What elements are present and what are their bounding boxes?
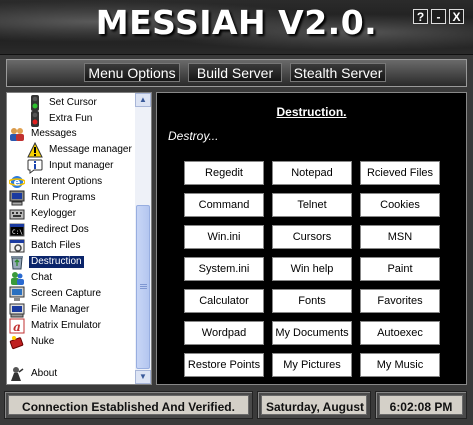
scroll-up-button[interactable]: ▲ <box>135 93 151 107</box>
tree-list: Set Cursor Extra Fun Messages Message ma… <box>7 93 135 384</box>
destroy-label: Destroy... <box>168 129 219 143</box>
destroy-winhelp-button[interactable]: Win help <box>272 257 352 281</box>
recycle-bin-icon <box>9 254 25 270</box>
matrix-icon: a <box>9 318 25 334</box>
navigation-tree: Set Cursor Extra Fun Messages Message ma… <box>6 92 152 385</box>
destroy-notepad-button[interactable]: Notepad <box>272 161 352 185</box>
close-button[interactable]: X <box>449 9 464 24</box>
monitor-icon <box>9 286 25 302</box>
destroy-paint-button[interactable]: Paint <box>360 257 440 281</box>
people-icon <box>9 126 25 142</box>
destroy-fonts-button[interactable]: Fonts <box>272 289 352 313</box>
svg-text:C:\: C:\ <box>12 229 23 236</box>
chat-icon <box>9 270 25 286</box>
tab-stealth-server[interactable]: Stealth Server <box>290 63 386 82</box>
date-status: Saturday, August 01, 2009 <box>257 391 371 419</box>
warning-icon <box>27 141 43 158</box>
destroy-command-button[interactable]: Command <box>184 193 264 217</box>
ie-icon: e <box>8 174 26 190</box>
destroy-cursors-button[interactable]: Cursors <box>272 225 352 249</box>
destroy-my-music-button[interactable]: My Music <box>360 353 440 377</box>
destroy-my-pictures-button[interactable]: My Pictures <box>272 353 352 377</box>
date-status-text: Saturday, August 01, 2009 <box>266 400 366 414</box>
svg-text:e: e <box>14 178 21 189</box>
help-button[interactable]: ? <box>413 9 428 24</box>
destroy-my-documents-button[interactable]: My Documents <box>272 321 352 345</box>
destroy-winini-button[interactable]: Win.ini <box>184 225 264 249</box>
info-icon <box>27 158 43 174</box>
title-banner: MESSIAH V2.0. ? - X <box>0 0 473 55</box>
destroy-received-files-button[interactable]: Rcieved Files <box>360 161 440 185</box>
scrollbar-thumb[interactable] <box>136 205 150 369</box>
computer-icon <box>9 190 25 206</box>
connection-status-text: Connection Established And Verified. <box>22 400 235 414</box>
dos-icon: C:\ <box>9 222 25 238</box>
file-manager-icon <box>9 302 25 318</box>
destroy-autoexec-button[interactable]: Autoexec <box>360 321 440 345</box>
traffic-light-icon <box>27 111 43 127</box>
scroll-down-button[interactable]: ▼ <box>135 370 151 384</box>
destroy-telnet-button[interactable]: Telnet <box>272 193 352 217</box>
destroy-msn-button[interactable]: MSN <box>360 225 440 249</box>
destroy-cookies-button[interactable]: Cookies <box>360 193 440 217</box>
about-icon <box>9 366 25 382</box>
svg-text:a: a <box>13 320 21 334</box>
thumb-grip <box>140 284 147 290</box>
time-status-inner: 6:02:08 PM <box>379 395 463 415</box>
menu-bar: Menu Options Build Server Stealth Server <box>6 59 467 87</box>
batch-icon <box>9 238 25 254</box>
nuke-icon <box>9 334 25 350</box>
app-title: MESSIAH V2.0. <box>95 3 378 42</box>
tree-scrollbar[interactable]: ▲ ▼ <box>135 93 151 384</box>
date-status-inner: Saturday, August 01, 2009 <box>261 395 367 415</box>
time-status-text: 6:02:08 PM <box>389 400 453 414</box>
connection-status: Connection Established And Verified. <box>4 391 253 419</box>
section-title: Destruction. <box>276 105 347 119</box>
connection-status-inner: Connection Established And Verified. <box>8 395 249 415</box>
destroy-calculator-button[interactable]: Calculator <box>184 289 264 313</box>
destroy-favorites-button[interactable]: Favorites <box>360 289 440 313</box>
traffic-light-icon <box>27 95 43 111</box>
keyboard-icon <box>9 206 25 222</box>
destroy-systemini-button[interactable]: System.ini <box>184 257 264 281</box>
destruction-panel: Destruction. Destroy... Regedit Notepad … <box>156 92 467 385</box>
tab-menu-options[interactable]: Menu Options <box>84 63 180 82</box>
destroy-wordpad-button[interactable]: Wordpad <box>184 321 264 345</box>
tab-build-server[interactable]: Build Server <box>188 63 282 82</box>
destroy-regedit-button[interactable]: Regedit <box>184 161 264 185</box>
destroy-restore-points-button[interactable]: Restore Points <box>184 353 264 377</box>
minimize-button[interactable]: - <box>431 9 446 24</box>
app-window: MESSIAH V2.0. ? - X Menu Options Build S… <box>0 0 473 425</box>
time-status: 6:02:08 PM <box>375 391 467 419</box>
